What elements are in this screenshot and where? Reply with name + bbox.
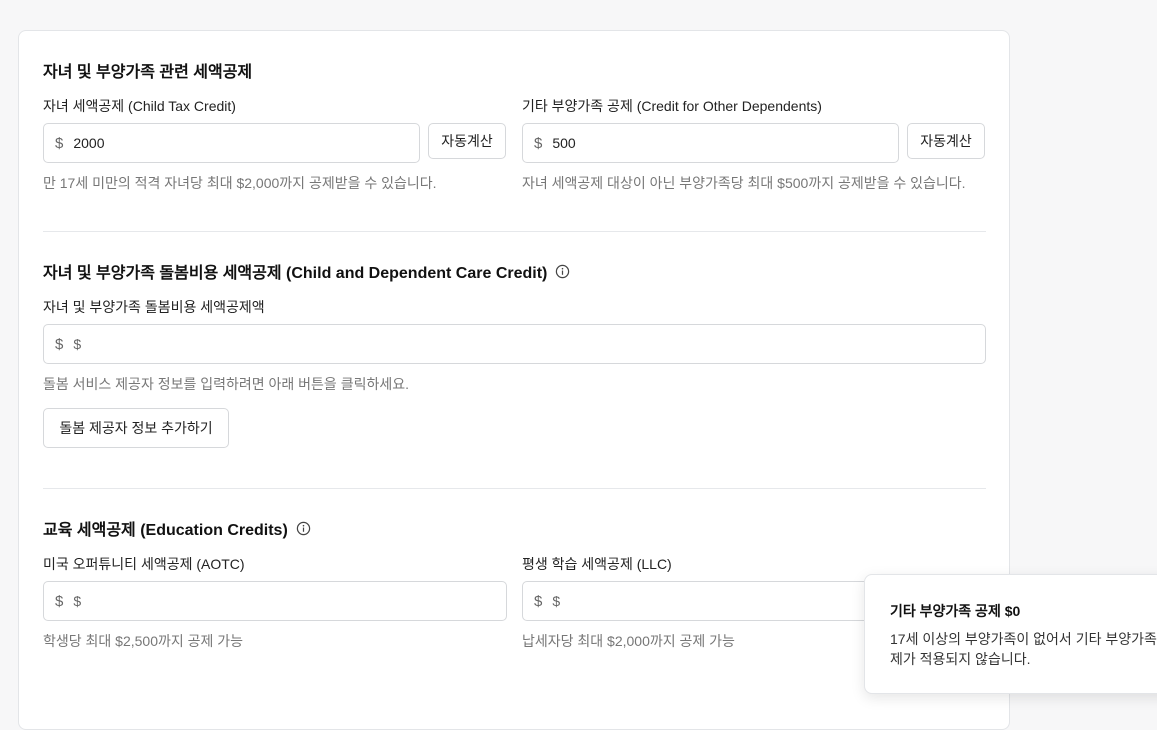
- child-tax-credit-auto-calc-button[interactable]: 자동계산: [428, 123, 506, 159]
- dollar-icon: $: [55, 134, 64, 152]
- child-tax-credit-value: 2000: [73, 135, 105, 151]
- other-dependents-help: 자녀 세액공제 대상이 아닌 부양가족당 최대 $500까지 공제받을 수 있습…: [522, 175, 966, 191]
- aotc-help: 학생당 최대 $2,500까지 공제 가능: [43, 633, 244, 649]
- other-dependents-input[interactable]: $ 500: [522, 123, 899, 163]
- section-title-care-credit: 자녀 및 부양가족 돌봄비용 세액공제 (Child and Dependent…: [43, 259, 570, 283]
- section-divider: [43, 488, 986, 489]
- section-divider: [43, 231, 986, 232]
- add-care-provider-button[interactable]: 돌봄 제공자 정보 추가하기: [43, 408, 229, 448]
- aotc-input[interactable]: $ $: [43, 581, 507, 621]
- child-tax-credit-help: 만 17세 미만의 적격 자녀당 최대 $2,000까지 공제받을 수 있습니다…: [43, 175, 437, 191]
- other-dependents-label: 기타 부양가족 공제 (Credit for Other Dependents): [522, 98, 822, 114]
- tax-credits-card: 자녀 및 부양가족 관련 세액공제 자녀 세액공제 (Child Tax Cre…: [18, 30, 1010, 730]
- care-credit-help: 돌봄 서비스 제공자 정보를 입력하려면 아래 버튼을 클릭하세요.: [43, 376, 409, 392]
- llc-placeholder: $: [552, 593, 561, 609]
- aotc-label: 미국 오퍼튜니티 세액공제 (AOTC): [43, 556, 245, 572]
- other-dependents-auto-calc-button[interactable]: 자동계산: [907, 123, 985, 159]
- other-dependents-tooltip: 기타 부양가족 공제 $0 17세 이상의 부양가족이 없어서 기타 부양가족 …: [864, 574, 1157, 694]
- care-credit-placeholder: $: [73, 336, 82, 352]
- llc-label: 평생 학습 세액공제 (LLC): [522, 556, 672, 572]
- dollar-icon: $: [534, 592, 543, 610]
- aotc-placeholder: $: [73, 593, 82, 609]
- care-credit-field-label: 자녀 및 부양가족 돌봄비용 세액공제액: [43, 299, 265, 315]
- child-tax-credit-label: 자녀 세액공제 (Child Tax Credit): [43, 98, 236, 114]
- child-tax-credit-input[interactable]: $ 2000: [43, 123, 420, 163]
- tooltip-body: 17세 이상의 부양가족이 없어서 기타 부양가족 공제가 적용되지 않습니다.: [890, 631, 1157, 667]
- tooltip-title: 기타 부양가족 공제 $0: [890, 603, 1021, 619]
- section-title-child-dependents: 자녀 및 부양가족 관련 세액공제: [43, 64, 253, 81]
- dollar-icon: $: [55, 592, 64, 610]
- llc-help: 납세자당 최대 $2,000까지 공제 가능: [522, 633, 735, 649]
- dollar-icon: $: [55, 335, 64, 353]
- section-title-education-credits: 교육 세액공제 (Education Credits): [43, 516, 311, 540]
- info-icon[interactable]: [296, 521, 311, 536]
- other-dependents-value: 500: [552, 135, 576, 151]
- dollar-icon: $: [534, 134, 543, 152]
- care-credit-input[interactable]: $ $: [43, 324, 986, 364]
- info-icon[interactable]: [555, 264, 570, 279]
